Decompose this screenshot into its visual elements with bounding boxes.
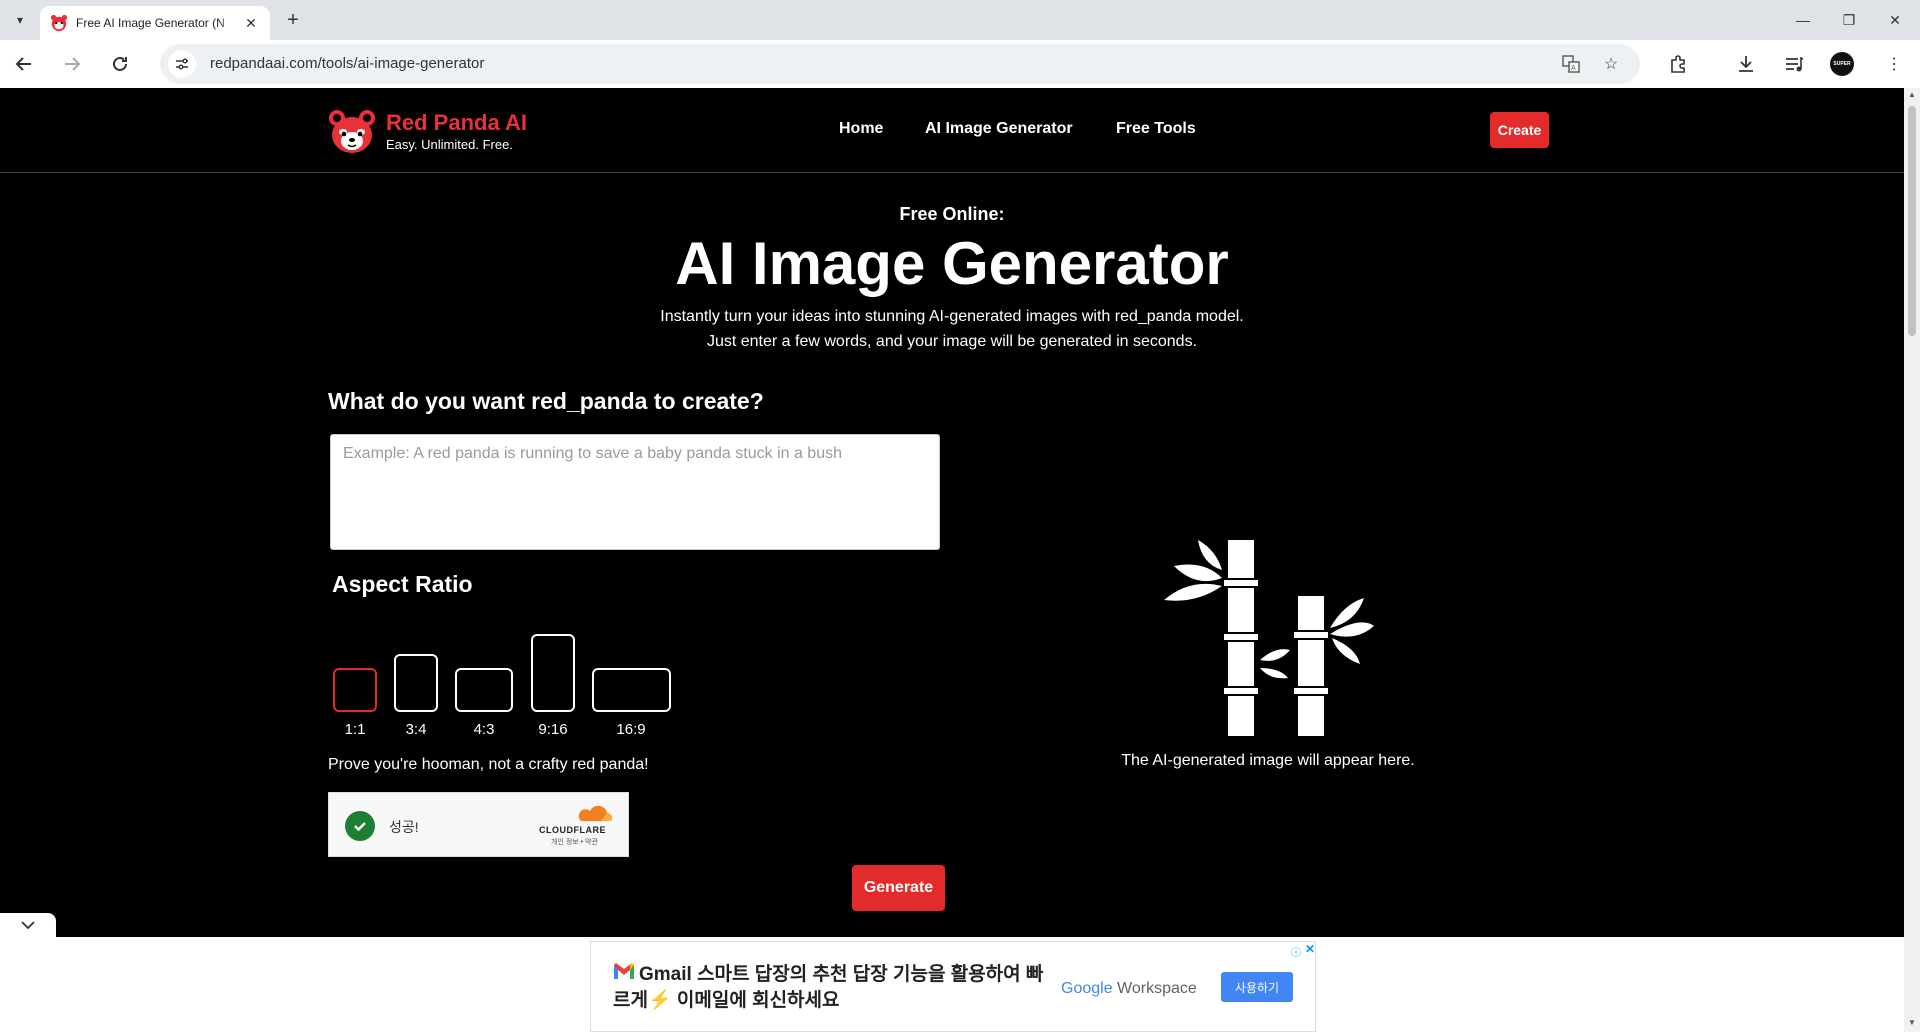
- site-header: Red Panda AI Easy. Unlimited. Free. Home…: [0, 88, 1904, 173]
- download-icon[interactable]: [1734, 52, 1758, 76]
- preview-placeholder-text: The AI-generated image will appear here.: [1121, 752, 1415, 769]
- media-queue-icon[interactable]: [1782, 52, 1806, 76]
- tab-close-icon[interactable]: ✕: [242, 14, 260, 32]
- nav-ai-image-generator[interactable]: AI Image Generator: [925, 120, 1073, 138]
- brand-tagline: Easy. Unlimited. Free.: [386, 137, 513, 152]
- captcha-prompt: Prove you're hooman, not a crafty red pa…: [328, 756, 649, 773]
- tab-title: Free AI Image Generator (N: [76, 16, 225, 30]
- browser-tab[interactable]: Free AI Image Generator (N ✕: [40, 6, 270, 40]
- scroll-up-icon[interactable]: ▲: [1907, 90, 1917, 100]
- chevron-down-icon[interactable]: [0, 913, 56, 937]
- ratio-option-4-3[interactable]: [455, 668, 513, 712]
- minimize-icon[interactable]: —: [1780, 0, 1826, 40]
- forward-icon[interactable]: [56, 48, 88, 80]
- translate-icon[interactable]: A: [1560, 53, 1582, 75]
- ad-info-icon[interactable]: ⓘ: [1291, 944, 1301, 959]
- ad-close-icon[interactable]: ✕: [1305, 942, 1315, 956]
- bamboo-placeholder-icon: [1164, 540, 1374, 736]
- red-panda-favicon-icon: [50, 14, 68, 32]
- hero-description: Instantly turn your ideas into stunning …: [660, 308, 1244, 350]
- ratio-option-3-4[interactable]: [394, 654, 438, 712]
- site-logo[interactable]: Red Panda AI Easy. Unlimited. Free.: [328, 108, 527, 156]
- ratio-label-4-3: 4:3: [473, 721, 495, 738]
- ratio-option-16-9[interactable]: [592, 668, 671, 712]
- url-text: redpandaai.com/tools/ai-image-generator: [210, 55, 485, 72]
- ad-bar: Gmail 스마트 답장의 추천 답장 기능을 활용하여 빠르게⚡ 이메일에 회…: [0, 937, 1904, 1032]
- page-content: Red Panda AI Easy. Unlimited. Free. Home…: [0, 88, 1904, 937]
- ratio-label-3-4: 3:4: [405, 721, 427, 738]
- nav-free-tools[interactable]: Free Tools: [1116, 120, 1196, 138]
- ad-cta-button[interactable]: 사용하기: [1221, 972, 1293, 1002]
- red-panda-logo-icon: [329, 110, 375, 153]
- restore-icon[interactable]: ❐: [1826, 0, 1872, 40]
- workspace-wordmark: Workspace: [1117, 980, 1197, 997]
- cloudflare-logo-icon: [578, 805, 612, 821]
- cloudflare-turnstile[interactable]: 성공! CLOUDFLARE 개인 정보 • 약관: [328, 792, 629, 857]
- ratio-label-1-1: 1:1: [344, 721, 366, 738]
- cloudflare-brand: CLOUDFLARE: [539, 825, 606, 835]
- reload-icon[interactable]: [104, 48, 136, 80]
- tab-search-icon[interactable]: ▾: [8, 8, 32, 32]
- captcha-links[interactable]: 개인 정보 • 약관: [551, 837, 598, 847]
- ad-headline: Gmail 스마트 답장의 추천 답장 기능을 활용하여 빠르게⚡ 이메일에 회…: [613, 964, 1044, 1011]
- address-bar[interactable]: redpandaai.com/tools/ai-image-generator …: [160, 44, 1640, 84]
- svg-text:A: A: [1571, 65, 1576, 72]
- ratio-option-1-1[interactable]: [333, 668, 377, 712]
- google-wordmark: Google: [1061, 980, 1113, 997]
- browser-toolbar: redpandaai.com/tools/ai-image-generator …: [0, 40, 1920, 88]
- aspect-ratio-heading: Aspect Ratio: [332, 571, 473, 597]
- captcha-status: 성공!: [389, 819, 419, 835]
- generate-button[interactable]: Generate: [852, 865, 945, 911]
- hero-kicker: Free Online:: [899, 204, 1005, 224]
- scroll-down-icon[interactable]: ▼: [1907, 1018, 1917, 1028]
- profile-avatar[interactable]: SUPER: [1830, 52, 1854, 76]
- advertisement[interactable]: Gmail 스마트 답장의 추천 답장 기능을 활용하여 빠르게⚡ 이메일에 회…: [590, 941, 1316, 1032]
- browser-menu-icon[interactable]: ⋮: [1882, 52, 1906, 76]
- close-window-icon[interactable]: ✕: [1872, 0, 1918, 40]
- new-tab-icon[interactable]: +: [282, 9, 304, 31]
- page-title: AI Image Generator: [675, 230, 1229, 297]
- ratio-option-9-16[interactable]: [531, 634, 575, 712]
- prompt-heading: What do you want red_panda to create?: [328, 388, 764, 414]
- browser-tabstrip: ▾ Free AI Image Generator (N ✕ + — ❐ ✕: [0, 0, 1920, 40]
- success-check-icon: [345, 811, 375, 841]
- brand-name: Red Panda AI: [386, 110, 527, 135]
- ratio-label-16-9: 16:9: [616, 721, 646, 738]
- prompt-input[interactable]: [330, 434, 940, 550]
- google-workspace-logo: Google Workspace: [1061, 980, 1197, 998]
- scroll-thumb[interactable]: [1908, 106, 1916, 336]
- site-info-icon[interactable]: [168, 50, 196, 78]
- ratio-label-9-16: 9:16: [538, 721, 568, 738]
- page-scrollbar[interactable]: ▲ ▼: [1904, 88, 1920, 1032]
- create-button[interactable]: Create: [1490, 112, 1549, 148]
- back-icon[interactable]: [8, 48, 40, 80]
- extensions-icon[interactable]: [1666, 52, 1690, 76]
- bookmark-star-icon[interactable]: ☆: [1600, 53, 1622, 75]
- nav-home[interactable]: Home: [839, 120, 883, 138]
